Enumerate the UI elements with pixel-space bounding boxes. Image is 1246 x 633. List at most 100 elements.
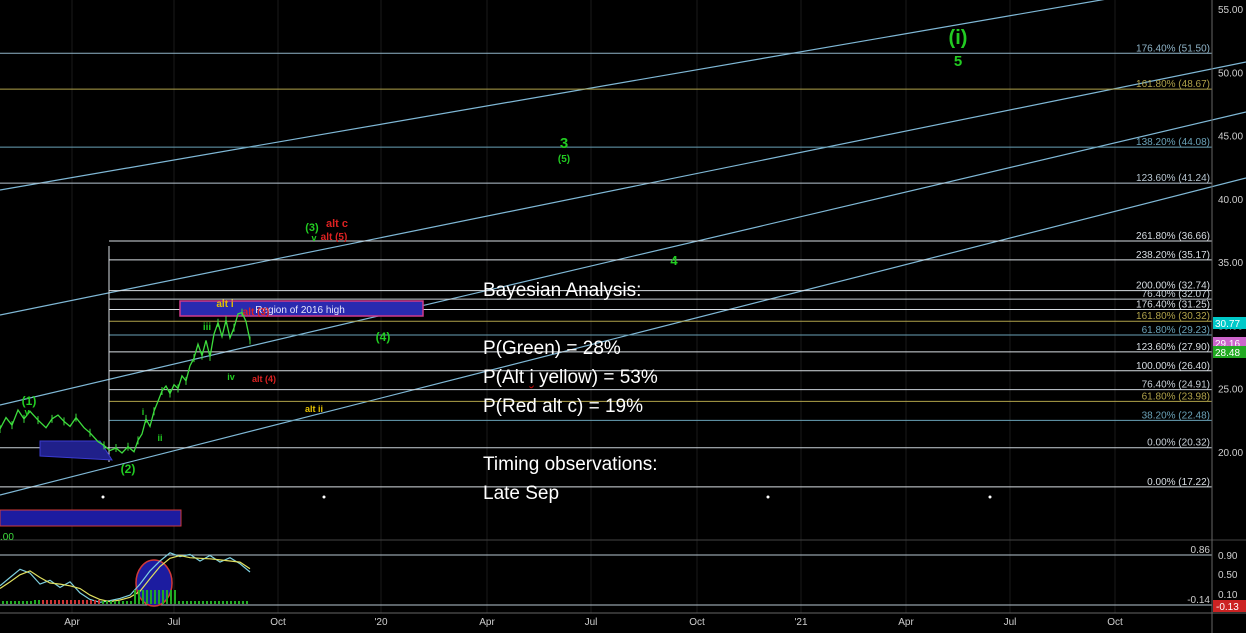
histogram-bar <box>10 601 12 604</box>
fib-label: 261.80% (36.66) <box>1136 231 1210 242</box>
wave-label: (5) <box>558 154 570 165</box>
wave-label: alt (3) <box>243 307 270 318</box>
x-tick-label: Oct <box>1107 617 1123 628</box>
x-tick-label: Jul <box>1004 617 1017 628</box>
histogram-bar <box>170 590 172 604</box>
histogram-bar <box>230 601 232 604</box>
histogram-bar <box>14 601 16 604</box>
price-tag-label: 28.48 <box>1215 348 1240 359</box>
histogram-bar <box>106 601 108 604</box>
y-tick-label: 40.00 <box>1218 195 1243 206</box>
wave-label: v <box>311 233 316 243</box>
p-alt-line: P(Alt i yellow) = 53% <box>483 367 658 388</box>
histogram-bar <box>186 601 188 604</box>
wave-label: 3 <box>560 135 568 152</box>
histogram-bar <box>166 590 168 604</box>
osc-level-label: 0.86 <box>1191 545 1211 556</box>
wave-label: alt ii <box>305 404 323 414</box>
osc-tag-label: -0.13 <box>1216 602 1239 613</box>
x-tick-label: Oct <box>689 617 705 628</box>
price-tag-label: 30.77 <box>1215 319 1240 330</box>
histogram-bar <box>90 600 92 604</box>
fib-label: 161.80% (48.67) <box>1136 79 1210 90</box>
wave-label: alt (5) <box>321 232 348 243</box>
timing-title: Timing observations: <box>483 454 658 475</box>
osc-tick-label: 0.50 <box>1218 570 1238 581</box>
y-tick-label: 55.00 <box>1218 5 1243 16</box>
histogram-bar <box>158 590 160 604</box>
fib-label: 61.80% (29.23) <box>1142 325 1210 336</box>
x-tick-label: Apr <box>479 617 495 628</box>
histogram-bar <box>214 601 216 604</box>
histogram-bar <box>102 601 104 604</box>
osc-level-label: -0.14 <box>1187 595 1210 606</box>
fib-label: 61.80% (23.98) <box>1142 391 1210 402</box>
x-tick-label: '21 <box>794 617 807 628</box>
histogram-bar <box>18 601 20 604</box>
histogram-bar <box>74 600 76 604</box>
wave-label: 5 <box>954 53 962 70</box>
osc-left-value: .00 <box>0 532 14 543</box>
fib-label: 138.20% (44.08) <box>1136 137 1210 148</box>
histogram-bar <box>138 590 140 604</box>
volume-bar <box>0 509 182 527</box>
histogram-bar <box>38 600 40 604</box>
histogram-bar <box>86 600 88 604</box>
histogram-bar <box>150 590 152 604</box>
x-tick-label: Apr <box>898 617 914 628</box>
histogram-bar <box>6 601 8 604</box>
histogram-bar <box>70 600 72 604</box>
histogram-bar <box>118 601 120 604</box>
histogram-bar <box>46 600 48 604</box>
histogram-bar <box>58 600 60 604</box>
fib-label: 161.80% (30.32) <box>1136 311 1210 322</box>
wave-label: 4 <box>670 253 678 268</box>
y-tick-label: 35.00 <box>1218 258 1243 269</box>
histogram-bar <box>54 600 56 604</box>
histogram-bar <box>242 601 244 604</box>
histogram-bar <box>182 601 184 604</box>
histogram-bar <box>98 600 100 604</box>
histogram-bar <box>30 601 32 604</box>
y-tick-label: 20.00 <box>1218 448 1243 459</box>
bayesian-annotation: Bayesian Analysis: P(Green) = 28% P(Alt … <box>483 280 658 512</box>
histogram-bar <box>202 601 204 604</box>
fib-label: 123.60% (27.90) <box>1136 342 1210 353</box>
histogram-bar <box>238 601 240 604</box>
histogram-bar <box>126 601 128 604</box>
histogram-bar <box>210 601 212 604</box>
histogram-bar <box>206 601 208 604</box>
histogram-bar <box>194 601 196 604</box>
x-tick-label: '20 <box>374 617 387 628</box>
histogram-bar <box>142 590 144 604</box>
fib-label: 123.60% (41.24) <box>1136 173 1210 184</box>
wave-label: (1) <box>22 394 37 408</box>
p-green: P(Green) = 28% <box>483 338 621 359</box>
fib-label: 238.20% (35.17) <box>1136 250 1210 261</box>
wave-label: ii <box>157 433 162 443</box>
wave-label: alt c <box>326 218 348 230</box>
histogram-bar <box>122 601 124 604</box>
x-tick-label: Jul <box>168 617 181 628</box>
y-tick-label: 45.00 <box>1218 132 1243 143</box>
histogram-bar <box>134 590 136 604</box>
histogram-bar <box>34 600 36 604</box>
fib-label: 176.40% (51.50) <box>1136 43 1210 54</box>
fib-label: 0.00% (20.32) <box>1147 438 1210 449</box>
x-tick-label: Oct <box>270 617 286 628</box>
wave-label: iii <box>203 322 212 333</box>
histogram-bar <box>66 600 68 604</box>
fib-label: 38.20% (22.48) <box>1142 410 1210 421</box>
x-tick-label: Apr <box>64 617 80 628</box>
histogram-bar <box>110 601 112 604</box>
histogram-bar <box>50 600 52 604</box>
histogram-bar <box>114 601 116 604</box>
wave-label: alt i <box>216 299 233 310</box>
histogram-bar <box>42 600 44 604</box>
histogram-bar <box>22 601 24 604</box>
wave-label: (2) <box>121 462 136 476</box>
timing-value: Late Sep <box>483 483 560 504</box>
histogram-bar <box>198 601 200 604</box>
fib-label: 100.00% (26.40) <box>1136 361 1210 372</box>
histogram-bar <box>146 590 148 604</box>
